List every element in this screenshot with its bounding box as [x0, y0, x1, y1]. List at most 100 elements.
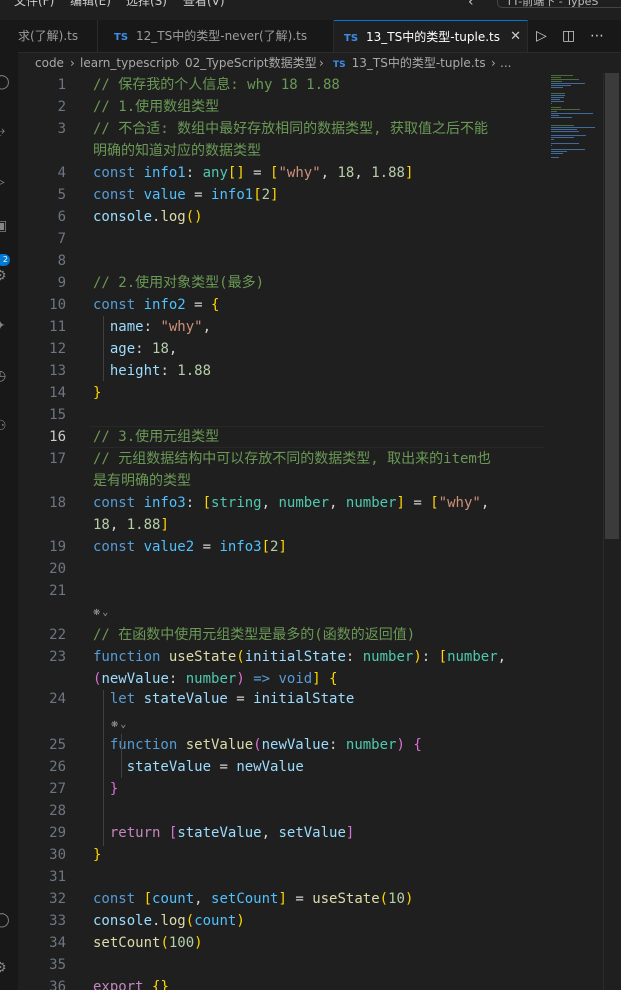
code-token: function — [93, 649, 169, 665]
code-line[interactable]: 33 console.log(count) — [18, 910, 603, 932]
code-line[interactable]: 31 — [18, 866, 603, 888]
code-text: // 3.使用元组类型 — [93, 426, 219, 448]
code-line[interactable]: 16 // 3.使用元组类型 — [18, 426, 603, 448]
code-token: [ — [430, 495, 439, 511]
code-token: ] — [270, 187, 279, 203]
history-icon[interactable]: ◷ — [0, 368, 10, 384]
line-number: 10 — [49, 297, 66, 313]
breadcrumb-item[interactable]: learn_typescript — [80, 53, 177, 73]
code-token: 明确的知道对应的数据类型 — [93, 143, 261, 159]
breadcrumb-item[interactable]: TS 13_TS中的类型-tuple.ts — [333, 53, 486, 73]
code-line[interactable]: 25 function setValue(newValue: number) { — [18, 734, 603, 756]
code-token: , — [261, 495, 279, 511]
tab-file-2[interactable]: TS 12_TS中的类型-never(了解).ts — [98, 20, 334, 52]
source-control-icon[interactable]: ⥂ — [0, 124, 10, 140]
ai-assist-icon[interactable]: ❋ ⌄ — [93, 600, 108, 624]
code-line[interactable]: 24 let stateValue = initialState — [18, 688, 603, 710]
code-text: name: "why", — [93, 316, 211, 338]
tools-icon[interactable]: ✦ — [0, 318, 10, 334]
code-line[interactable]: (newValue: number) => void] { — [18, 668, 603, 690]
code-line[interactable]: 12 age: 18, — [18, 338, 603, 360]
line-number: 33 — [49, 913, 66, 929]
remote-icon[interactable]: ⚙ — [0, 268, 10, 284]
code-line[interactable]: 29 return [stateValue, setValue] — [18, 822, 603, 844]
code-line[interactable]: 6 console.log() — [18, 206, 603, 228]
code-token: return — [109, 825, 169, 841]
run-debug-icon[interactable]: ▷ — [0, 174, 10, 190]
code-line[interactable]: 26 stateValue = newValue — [18, 756, 603, 778]
chevron-down-icon[interactable]: ⌄ — [120, 719, 126, 730]
extensions-icon[interactable]: ▣ — [0, 218, 10, 234]
minimap-line — [551, 115, 559, 116]
code-line[interactable]: 17 // 元组数据结构中可以存放不同的数据类型, 取出来的item也 — [18, 448, 603, 470]
code-line[interactable]: 23 function useState(initialState: number… — [18, 646, 603, 668]
line-number: 15 — [49, 407, 66, 423]
run-file-icon[interactable]: ▷ — [536, 20, 547, 52]
close-icon[interactable]: ✕ — [510, 21, 521, 53]
code-line[interactable]: 36 export {} — [18, 976, 603, 990]
code-line[interactable]: 9 // 2.使用对象类型(最多) — [18, 272, 603, 294]
codeicon-row[interactable]: ❋ ⌄ — [18, 600, 603, 622]
menu-file[interactable]: 文件(F) — [14, 0, 54, 9]
code-line[interactable]: 7 — [18, 228, 603, 250]
menu-selection[interactable]: 选择(S) — [126, 0, 167, 9]
code-line[interactable]: 13 height: 1.88 — [18, 360, 603, 382]
code-line[interactable]: 4 const info1: any[] = ["why", 18, 1.88] — [18, 162, 603, 184]
code-line[interactable]: 11 name: "why", — [18, 316, 603, 338]
code-line[interactable]: 15 — [18, 404, 603, 426]
account-icon[interactable]: ◯ — [0, 912, 10, 928]
tab-file-1[interactable]: 求(了解).ts — [18, 20, 98, 52]
code-line[interactable]: 22 // 在函数中使用元组类型是最多的(函数的返回值) — [18, 624, 603, 646]
code-line[interactable]: 34 setCount(100) — [18, 932, 603, 954]
code-line[interactable]: 明确的知道对应的数据类型 — [18, 140, 603, 162]
code-line[interactable]: 2 // 1.使用数组类型 — [18, 96, 603, 118]
line-number: 21 — [49, 583, 66, 599]
code-line[interactable]: 1 // 保存我的个人信息: why 18 1.88 — [18, 74, 603, 96]
line-number: 2 — [57, 99, 66, 115]
code-line[interactable]: 18 const info3: [string, number, number] … — [18, 492, 603, 514]
code-line[interactable]: 18, 1.88] — [18, 514, 603, 536]
code-line[interactable]: 14} — [18, 382, 603, 404]
code-line[interactable]: 5 const value = info1[2] — [18, 184, 603, 206]
menu-view[interactable]: 查看(V) — [183, 0, 225, 9]
code-line[interactable]: 21 — [18, 580, 603, 602]
code-line[interactable]: 27 } — [18, 778, 603, 800]
search-icon[interactable]: ◯ — [0, 74, 10, 90]
code-line[interactable]: 3 // 不合适: 数组中最好存放相同的数据类型, 获取值之后不能 — [18, 118, 603, 140]
line-number: 16 — [49, 429, 66, 445]
code-line[interactable]: 19 const value2 = info3[2] — [18, 536, 603, 558]
code-line[interactable]: 35 — [18, 954, 603, 976]
code-line[interactable]: 32 const [count, setCount] = useState(10) — [18, 888, 603, 910]
line-number: 24 — [49, 691, 66, 707]
nav-back-icon[interactable]: ‹ — [468, 0, 474, 10]
breadcrumb-item[interactable]: 02_TypeScript数据类型 — [185, 53, 317, 73]
settings-gear-icon[interactable]: ⚙ — [0, 960, 10, 976]
typescript-file-icon: TS — [114, 32, 129, 43]
codeicon-row[interactable]: ❋ ⌄ — [18, 712, 603, 734]
code-editor[interactable]: 1 // 保存我的个人信息: why 18 1.88 2 // 1.使用数组类型 3 //… — [18, 73, 603, 990]
scrollbar-thumb[interactable] — [605, 73, 619, 539]
code-line[interactable]: 10 const info2 = { — [18, 294, 603, 316]
more-actions-icon[interactable]: ⋯ — [590, 20, 604, 52]
minimap[interactable] — [548, 73, 603, 990]
chevron-down-icon[interactable]: ⌄ — [102, 607, 108, 618]
testing-icon[interactable]: ⚇ — [0, 418, 10, 434]
code-line[interactable]: 30} — [18, 844, 603, 866]
code-token: ) — [396, 737, 405, 753]
breadcrumb-item[interactable]: ... — [500, 53, 511, 73]
code-line[interactable]: 20 — [18, 558, 603, 580]
ai-assist-icon[interactable]: ❋ ⌄ — [111, 712, 126, 736]
code-token: {} — [152, 979, 169, 990]
command-center[interactable]: TT-前端下 - TypeS — [497, 0, 621, 8]
code-token: const — [93, 297, 144, 313]
vertical-scrollbar[interactable] — [603, 73, 621, 990]
split-editor-icon[interactable]: ◫ — [562, 20, 575, 52]
menu-edit[interactable]: 编辑(E) — [70, 0, 111, 9]
code-line[interactable]: 8 — [18, 250, 603, 272]
breadcrumb-item[interactable]: code — [35, 53, 64, 73]
code-line[interactable]: 是有明确的类型 — [18, 470, 603, 492]
minimap-line — [551, 143, 579, 144]
tab-file-active[interactable]: TS 13_TS中的类型-tuple.ts ✕ — [334, 20, 528, 52]
code-line[interactable]: 28 — [18, 800, 603, 822]
